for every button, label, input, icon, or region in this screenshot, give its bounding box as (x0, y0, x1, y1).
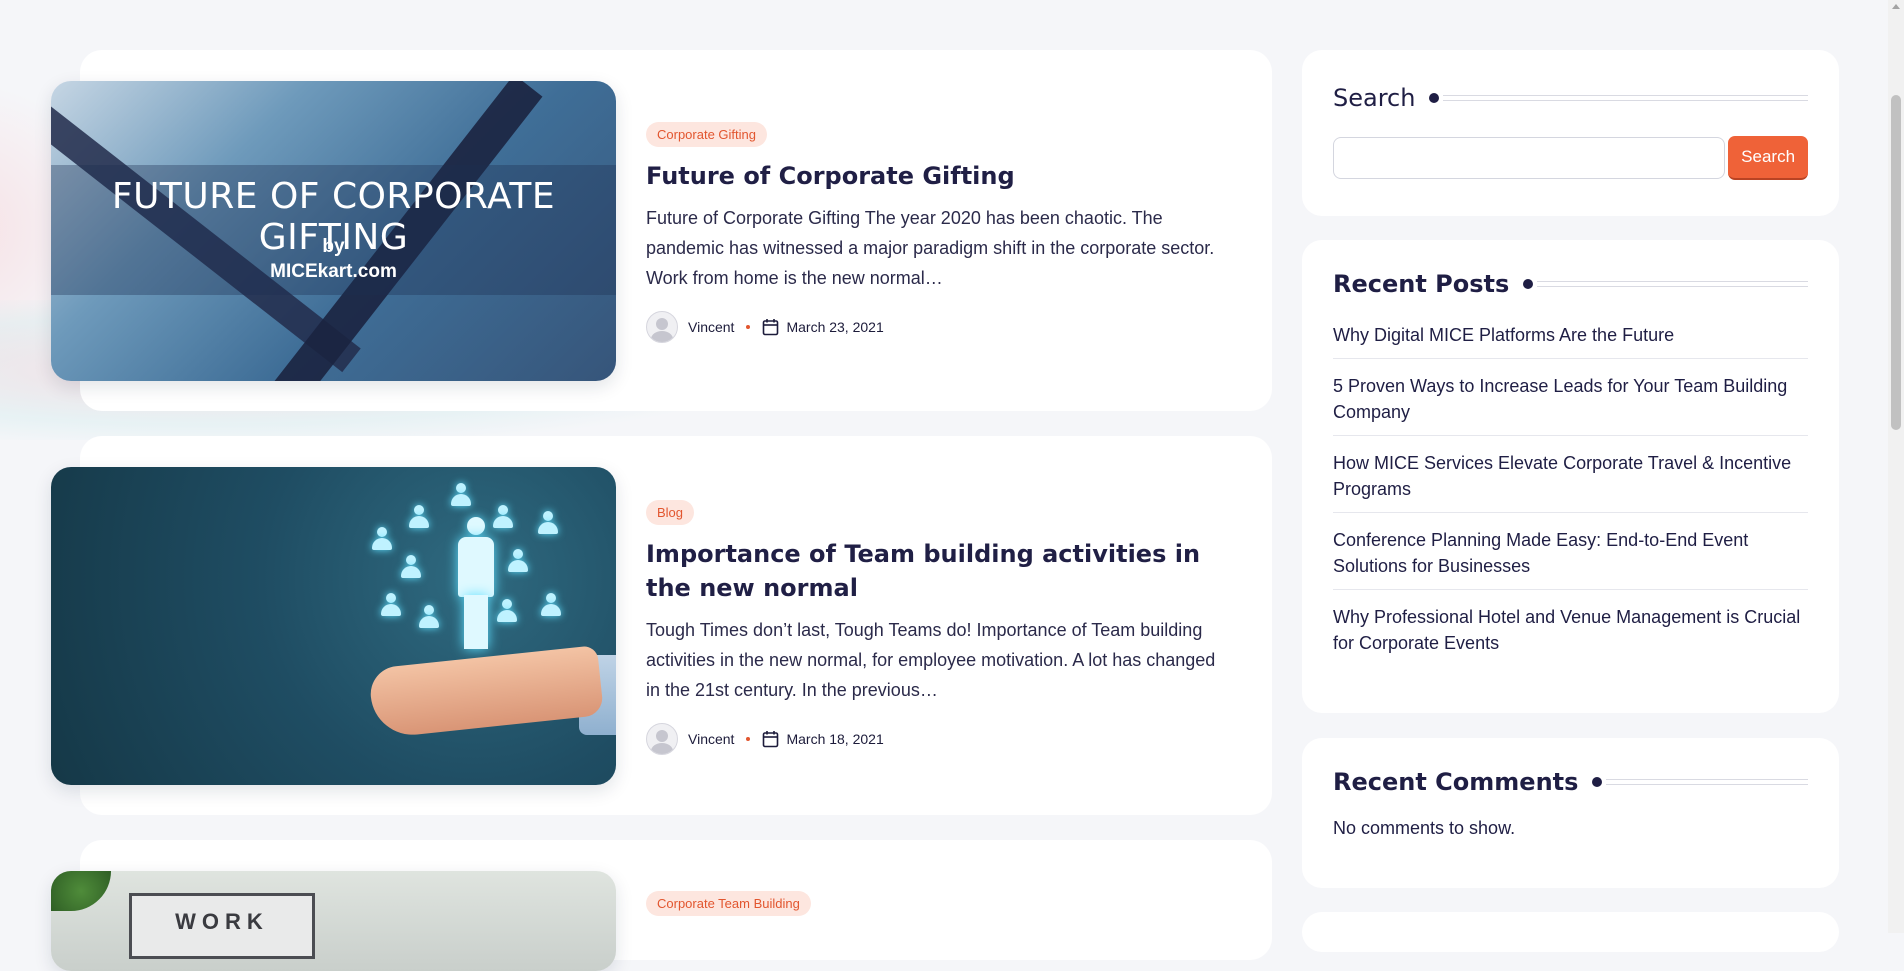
person-icon (380, 593, 402, 617)
recent-post-link[interactable]: How MICE Services Elevate Corporate Trav… (1333, 444, 1808, 513)
person-icon (418, 605, 440, 629)
post-excerpt: Tough Times don’t last, Tough Teams do! … (646, 620, 1216, 700)
post-body: Corporate Team Building (646, 891, 1236, 916)
calendar-icon (763, 319, 779, 336)
post-author[interactable]: Vincent (688, 319, 734, 335)
person-icon (400, 555, 422, 579)
plant-decoration (51, 871, 111, 911)
widget-header: Recent Comments (1302, 768, 1839, 796)
title-dot (1429, 93, 1440, 103)
widget-title: Search (1333, 84, 1416, 112)
scroll-up-arrow-icon[interactable] (1892, 4, 1900, 9)
separator-dot (746, 737, 751, 741)
thumbnail-site: MICEkart.com (270, 261, 397, 282)
open-hand (367, 645, 605, 739)
recent-post-link[interactable]: Why Professional Hotel and Venue Managem… (1333, 598, 1808, 666)
avatar (646, 723, 678, 755)
post-meta: Vincent March 18, 2021 (646, 723, 1236, 755)
category-badge[interactable]: Corporate Gifting (646, 122, 767, 147)
title-rule (1606, 779, 1808, 785)
person-icon (496, 599, 518, 623)
post-excerpt: Future of Corporate Gifting The year 202… (646, 208, 1215, 288)
search-input[interactable] (1333, 137, 1726, 179)
recent-posts-widget: Recent Posts Why Digital MICE Platforms … (1302, 240, 1839, 713)
page-scrollbar[interactable] (1888, 0, 1904, 933)
widget-header: Search (1302, 84, 1839, 112)
post-thumbnail[interactable]: FUTURE OF CORPORATE GIFTING by MICEkart.… (51, 81, 616, 381)
category-badge[interactable]: Corporate Team Building (646, 891, 811, 916)
thumbnail-sign: WORK (129, 893, 315, 959)
person-icon (507, 549, 529, 573)
widget-title: Recent Posts (1333, 270, 1510, 298)
post-date[interactable]: March 18, 2021 (786, 731, 883, 747)
search-form: Search (1302, 136, 1839, 180)
post-meta: Vincent March 23, 2021 (646, 311, 1236, 343)
recent-comments-widget: Recent Comments No comments to show. (1302, 738, 1839, 888)
avatar (646, 311, 678, 343)
person-icon (537, 511, 559, 535)
post-date[interactable]: March 23, 2021 (786, 319, 883, 335)
post-thumbnail[interactable] (51, 467, 616, 785)
widget-header: Recent Posts (1302, 270, 1839, 298)
recent-post-link[interactable]: 5 Proven Ways to Increase Leads for Your… (1333, 367, 1808, 436)
person-icon (371, 527, 393, 551)
person-icon (540, 593, 562, 617)
separator-dot (746, 325, 751, 329)
businessman-figure (456, 517, 496, 649)
recent-post-link[interactable]: Why Digital MICE Platforms Are the Futur… (1333, 316, 1808, 359)
title-rule (1537, 281, 1808, 287)
title-rule (1443, 95, 1808, 101)
title-dot (1523, 279, 1534, 289)
post-body: Corporate Gifting Future of Corporate Gi… (646, 122, 1236, 343)
scrollbar-thumb[interactable] (1891, 95, 1901, 430)
person-icon (408, 505, 430, 529)
post-author[interactable]: Vincent (688, 731, 734, 747)
search-button[interactable]: Search (1728, 136, 1808, 180)
post-body: Blog Importance of Team building activit… (646, 500, 1236, 755)
widget-title: Recent Comments (1333, 768, 1579, 796)
person-icon (450, 483, 472, 507)
search-widget: Search Search (1302, 50, 1839, 216)
no-comments-text: No comments to show. (1333, 818, 1516, 838)
thumbnail-by: by (322, 236, 345, 257)
post-thumbnail[interactable]: WORK (51, 871, 616, 971)
title-dot (1592, 777, 1603, 787)
recent-posts-list: Why Digital MICE Platforms Are the Futur… (1333, 316, 1808, 666)
recent-post-link[interactable]: Conference Planning Made Easy: End-to-En… (1333, 521, 1808, 590)
post-title[interactable]: Importance of Team building activities i… (646, 537, 1236, 605)
next-widget (1302, 912, 1839, 952)
calendar-icon (763, 731, 779, 748)
category-badge[interactable]: Blog (646, 500, 695, 525)
post-title[interactable]: Future of Corporate Gifting (646, 159, 1236, 193)
